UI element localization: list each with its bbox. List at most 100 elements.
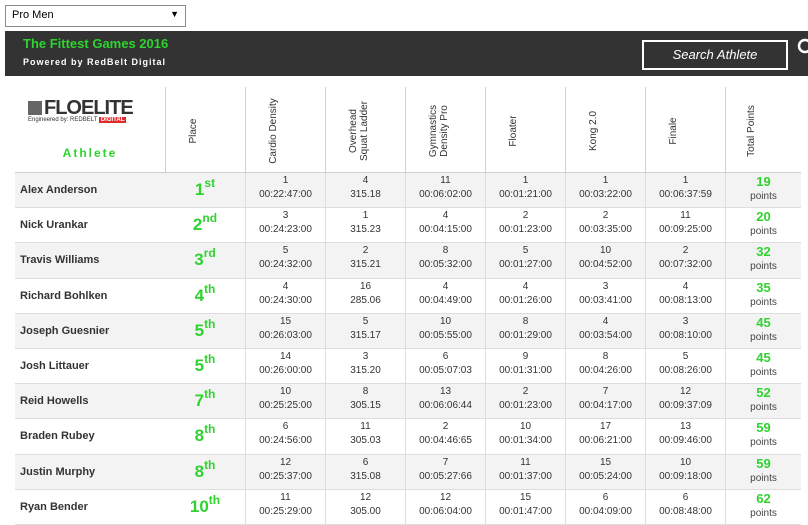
place-number: 3 xyxy=(194,250,204,270)
athlete-name[interactable]: Travis Williams xyxy=(20,254,99,266)
event-rank: 3 xyxy=(682,315,689,327)
search-icon[interactable] xyxy=(796,37,808,57)
event-rank: 12 xyxy=(679,386,692,398)
table-row[interactable]: Richard Bohlken 4th 4 00:24:30:00 16 285.06 4 0… xyxy=(15,278,801,314)
event-result: 00:03:54:00 xyxy=(579,329,632,341)
event-cell-overhead-squat-ladder: 5 315.17 xyxy=(325,313,405,349)
event-rank: 16 xyxy=(359,280,372,292)
event-result: 00:06:04:00 xyxy=(419,505,472,517)
column-header-kong: Kong 2.0 xyxy=(565,87,645,173)
total-points-value: 45 xyxy=(756,314,771,330)
event-cell-finale: 1 00:06:37:59 xyxy=(645,173,725,208)
event-cell-kong: 7 00:04:17:00 xyxy=(565,384,645,420)
table-row[interactable]: Alex Anderson 1st 1 00:22:47:00 4 315.18 11 00:… xyxy=(15,173,801,209)
powered-by-text: Powered by RedBelt Digital xyxy=(23,57,167,67)
table-row[interactable]: Joseph Guesnier 5th 15 00:26:03:00 5 315.17 10… xyxy=(15,313,801,349)
event-rank: 11 xyxy=(680,210,691,222)
event-cell-overhead-squat-ladder: 12 305.00 xyxy=(325,489,405,525)
place-number: 8 xyxy=(194,461,205,481)
leaderboard-table: FLOELITE Engineered by: REDBELT DIGITAL … xyxy=(15,87,801,525)
athlete-name[interactable]: Reid Howells xyxy=(20,395,88,407)
header-banner: The Fittest Games 2016 Powered by RedBel… xyxy=(5,31,808,76)
event-rank: 4 xyxy=(282,280,289,292)
place-number: 5 xyxy=(194,355,205,375)
athlete-name[interactable]: Nick Urankar xyxy=(20,219,88,231)
table-row[interactable]: Reid Howells 7th 10 00:25:25:00 8 305.15 13 00:… xyxy=(15,384,801,420)
athlete-name[interactable]: Josh Littauer xyxy=(20,360,89,372)
event-rank: 4 xyxy=(682,280,689,292)
event-cell-overhead-squat-ladder: 4 315.18 xyxy=(325,173,405,208)
event-cell-kong: 1 00:03:22:00 xyxy=(565,173,645,208)
event-rank: 3 xyxy=(282,210,289,222)
event-rank: 12 xyxy=(439,491,452,503)
event-cell-cardio-density: 6 00:24:56:00 xyxy=(245,419,325,455)
event-cell-kong: 10 00:04:52:00 xyxy=(565,243,645,279)
event-cell-overhead-squat-ladder: 1 315.23 xyxy=(325,208,405,244)
floelite-logo: FLOELITE Engineered by: REDBELT DIGITAL xyxy=(28,97,134,123)
athlete-name[interactable]: Joseph Guesnier xyxy=(20,325,109,337)
athlete-name[interactable]: Ryan Bender xyxy=(20,501,88,513)
event-rank: 7 xyxy=(442,456,449,468)
event-result: 305.15 xyxy=(350,400,381,412)
event-cell-kong: 3 00:03:41:00 xyxy=(565,278,645,314)
athlete-name[interactable]: Justin Murphy xyxy=(20,466,95,478)
event-cell-gymnastics-density-pro: 10 00:05:55:00 xyxy=(405,313,485,349)
event-result: 00:05:32:00 xyxy=(419,259,472,271)
event-rank: 5 xyxy=(362,315,369,327)
place-value: 8th xyxy=(165,458,245,482)
total-points-cell: 59 points xyxy=(725,419,801,455)
event-result: 00:04:46:65 xyxy=(419,435,472,447)
event-result: 00:06:06:44 xyxy=(419,400,472,412)
points-label: points xyxy=(750,261,777,273)
athlete-name[interactable]: Alex Anderson xyxy=(20,184,97,196)
event-cell-overhead-squat-ladder: 8 305.15 xyxy=(325,384,405,420)
event-rank: 15 xyxy=(599,456,612,468)
place-suffix: th xyxy=(204,457,216,472)
event-rank: 4 xyxy=(442,280,449,292)
event-rank: 13 xyxy=(439,386,452,398)
event-rank: 10 xyxy=(279,386,292,398)
place-suffix: nd xyxy=(202,211,218,226)
event-rank: 6 xyxy=(682,491,689,503)
event-result: 00:08:13:00 xyxy=(659,294,712,306)
event-rank: 1 xyxy=(282,175,289,186)
table-row[interactable]: Ryan Bender 10th 11 00:25:29:00 12 305.00 12 00… xyxy=(15,489,801,525)
total-points-cell: 59 points xyxy=(725,454,801,490)
place-number: 8 xyxy=(194,426,205,446)
event-cell-finale: 12 00:09:37:09 xyxy=(645,384,725,420)
division-select[interactable]: Pro Men ▼ xyxy=(5,5,186,27)
event-rank: 6 xyxy=(602,491,609,503)
event-cell-kong: 2 00:03:35:00 xyxy=(565,208,645,244)
athlete-name[interactable]: Richard Bohlken xyxy=(20,290,107,302)
event-result: 00:24:23:00 xyxy=(259,224,312,236)
table-header: FLOELITE Engineered by: REDBELT DIGITAL … xyxy=(15,87,801,173)
place-suffix: th xyxy=(204,281,216,296)
table-row[interactable]: Justin Murphy 8th 12 00:25:37:00 6 315.08 7 00:… xyxy=(15,454,801,490)
table-row[interactable]: Josh Littauer 5th 14 00:26:00:00 3 315.20 6 00:… xyxy=(15,348,801,385)
table-row[interactable]: Braden Rubey 8th 6 00:24:56:00 11 305.03 2 00:0… xyxy=(15,419,801,455)
place-value: 5th xyxy=(165,317,245,341)
place-suffix: th xyxy=(204,422,216,437)
search-athlete-button[interactable]: Search Athlete xyxy=(642,40,788,70)
event-result: 00:01:37:00 xyxy=(499,470,552,482)
total-points-cell: 45 points xyxy=(725,348,801,384)
event-result: 00:04:15:00 xyxy=(419,224,472,236)
column-header-label: Floater xyxy=(508,115,519,147)
event-result: 00:26:03:00 xyxy=(259,329,312,341)
event-cell-kong: 4 00:03:54:00 xyxy=(565,313,645,349)
event-result: 315.20 xyxy=(350,364,381,376)
column-header-gymnastics-density-pro: Gymnastics Density Pro xyxy=(405,87,485,173)
total-points-value: 59 xyxy=(756,455,771,471)
event-rank: 2 xyxy=(522,386,529,398)
athlete-name[interactable]: Braden Rubey xyxy=(20,430,95,442)
event-rank: 1 xyxy=(522,175,529,186)
event-result: 00:24:30:00 xyxy=(259,294,312,306)
event-cell-floater: 1 00:01:21:00 xyxy=(485,173,565,208)
event-cell-finale: 2 00:07:32:00 xyxy=(645,243,725,279)
table-row[interactable]: Nick Urankar 2nd 3 00:24:23:00 1 315.23 4 00:04… xyxy=(15,208,801,244)
event-cell-gymnastics-density-pro: 2 00:04:46:65 xyxy=(405,419,485,455)
event-rank: 8 xyxy=(442,245,449,257)
table-row[interactable]: Travis Williams 3rd 5 00:24:32:00 2 315.21 8 00… xyxy=(15,243,801,279)
place-value: 1st xyxy=(165,176,245,200)
athlete-header-label: Athlete xyxy=(62,146,118,160)
